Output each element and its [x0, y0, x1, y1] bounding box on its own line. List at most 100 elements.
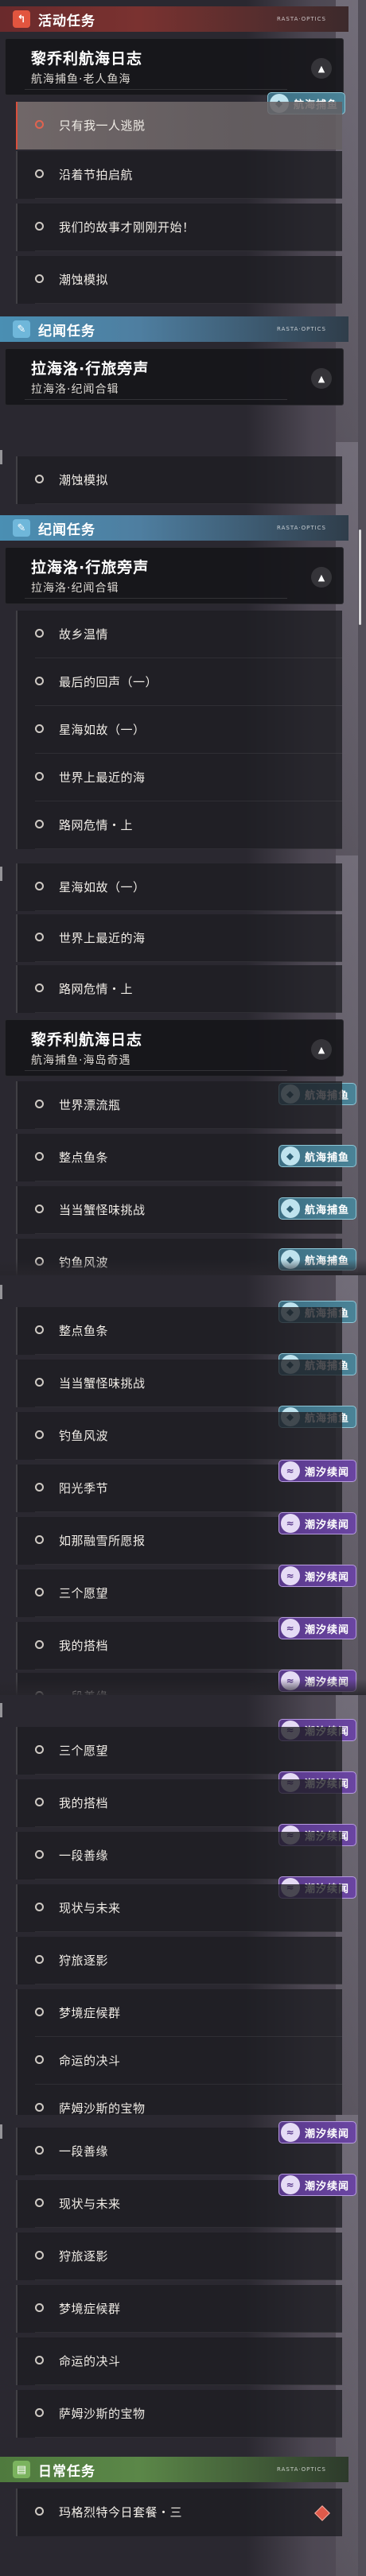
ring-icon: [35, 1640, 44, 1649]
quest-label: 我的搭档: [59, 1639, 109, 1653]
quest-row[interactable]: 星海如故（一）: [16, 706, 342, 754]
category-header-chronicle[interactable]: ✎ 纪闻任务 RASTA·OPTICS: [0, 316, 348, 342]
quest-row[interactable]: 世界上最近的海: [16, 914, 342, 962]
quest-row[interactable]: 故乡温情: [16, 611, 342, 658]
quest-row[interactable]: 三个愿望: [16, 1727, 342, 1775]
quest-row[interactable]: 路网危情・上: [16, 965, 342, 1013]
quest-row[interactable]: 世界上最近的海: [16, 754, 342, 801]
quest-row[interactable]: 命运的决斗: [16, 2337, 342, 2385]
ring-icon: [35, 1152, 44, 1161]
quest-label: 如那融雪所愿报: [59, 1534, 146, 1548]
quest-row[interactable]: 潮蚀模拟: [16, 256, 342, 304]
badge-label: 潮汐续闻: [304, 1466, 349, 1479]
badge-label: 潮汐续闻: [304, 1519, 349, 1531]
quest-label: 当当蟹怪味挑战: [59, 1203, 146, 1217]
quest-row[interactable]: 梦境症候群: [16, 2285, 342, 2333]
chevron-up-icon[interactable]: ▲: [311, 368, 332, 389]
ring-icon: [35, 677, 44, 685]
ring-icon: [35, 1850, 44, 1859]
ring-icon: [35, 724, 44, 733]
ring-icon: [35, 1483, 44, 1492]
book-icon: ▤: [13, 2461, 30, 2478]
ring-icon: [35, 1205, 44, 1213]
ring-icon: [35, 1588, 44, 1596]
fish-icon: ◆: [281, 1146, 300, 1166]
chapter-lahailuo[interactable]: 拉海洛·行旅旁声 拉海洛·纪闻合辑 ▲: [5, 547, 344, 604]
category-header-chronicle[interactable]: ✎ 纪闻任务 RASTA·OPTICS: [0, 515, 348, 541]
quest-label: 潮蚀模拟: [59, 473, 109, 487]
panel-fishing-quests: ◆航海捕鱼 整点鱼条 ◆航海捕鱼 当当蟹怪味挑战 ◆航海捕鱼 钓鱼风波 阳光季节…: [0, 1275, 366, 1695]
quest-label: 钓鱼风波: [59, 1429, 109, 1443]
quest-row-daily[interactable]: 玛格烈特今日套餐・三: [16, 2489, 342, 2536]
ring-icon: [35, 2303, 44, 2312]
badge-label: 潮汐续闻: [304, 2128, 349, 2140]
quest-row[interactable]: 世界漂流瓶: [16, 1081, 342, 1129]
quest-row[interactable]: 现状与未来: [16, 1884, 342, 1932]
quest-row[interactable]: 一段善缘: [16, 1832, 342, 1880]
header-deco-text: RASTA·OPTICS: [277, 16, 326, 22]
chapter-lechery-log[interactable]: 黎乔利航海日志 航海捕鱼·老人鱼海 ▲: [5, 38, 344, 95]
badge-fishing: ◆ 航海捕鱼: [278, 1145, 356, 1167]
quest-label: 我们的故事才刚刚开始！: [59, 220, 195, 235]
quest-row[interactable]: 萨姆沙斯的宝物: [16, 2085, 342, 2115]
quest-row[interactable]: 狩旅逐影: [16, 1937, 342, 1984]
category-header-daily[interactable]: ▤ 日常任务 RASTA·OPTICS: [0, 2457, 348, 2482]
quest-row[interactable]: 狩旅逐影: [16, 2233, 342, 2280]
quest-row[interactable]: 我们的故事才刚刚开始！: [16, 204, 342, 251]
quest-label: 星海如故（一）: [59, 723, 146, 737]
quest-row[interactable]: 我的搭档: [16, 1779, 342, 1827]
quest-label: 三个愿望: [59, 1586, 109, 1600]
quest-label: 整点鱼条: [59, 1150, 109, 1165]
chapter-subtitle: 航海捕鱼·海岛奇遇: [31, 1054, 131, 1067]
ring-icon: [35, 1100, 44, 1108]
quest-row[interactable]: 最后的回声（一）: [16, 658, 342, 706]
ring-icon: [35, 1535, 44, 1544]
category-title: 日常任务: [38, 2463, 95, 2480]
quest-label: 潮蚀模拟: [59, 273, 109, 287]
quest-label: 故乡温情: [59, 627, 109, 642]
chapter-subtitle: 拉海洛·纪闻合辑: [31, 383, 119, 396]
chevron-up-icon[interactable]: ▲: [311, 1039, 332, 1060]
chevron-up-icon[interactable]: ▲: [311, 58, 332, 79]
quest-label: 玛格烈特今日套餐・三: [59, 2505, 183, 2520]
quest-row[interactable]: 萨姆沙斯的宝物: [16, 2390, 342, 2438]
quest-row[interactable]: 钓鱼风波: [16, 1412, 342, 1460]
chapter-subtitle: 航海捕鱼·老人鱼海: [31, 73, 131, 86]
quest-label: 萨姆沙斯的宝物: [59, 2101, 146, 2115]
ring-icon: [35, 1378, 44, 1387]
ring-icon: [35, 933, 44, 941]
panel-tide-daily: 一段善缘 ≈ 潮汐续闻 现状与未来 ≈ 潮汐续闻 狩旅逐影 梦境症候群 命运的决斗 …: [0, 2115, 366, 2576]
chapter-title: 拉海洛·行旅旁声: [31, 360, 150, 378]
badge-tide: ≈ 潮汐续闻: [278, 2121, 356, 2143]
quest-row[interactable]: 整点鱼条: [16, 1307, 342, 1355]
ring-icon: [35, 820, 44, 828]
quest-row[interactable]: 沿着节拍启航: [16, 151, 342, 199]
quest-row[interactable]: 当当蟹怪味挑战: [16, 1360, 342, 1407]
quest-label: 一段善缘: [59, 2144, 109, 2159]
quest-label: 狩旅逐影: [59, 2249, 109, 2264]
ring-icon: [35, 1798, 44, 1806]
panel-chronicle-scrolled: 星海如故（一） 世界上最近的海 路网危情・上 黎乔利航海日志 航海捕鱼·海岛奇遇…: [0, 855, 366, 1275]
quest-row[interactable]: 路网危情・上: [16, 801, 342, 849]
quest-row[interactable]: 潮蚀模拟: [16, 456, 342, 504]
quest-label: 只有我一人逃脱: [59, 118, 146, 133]
quest-row-selected[interactable]: 只有我一人逃脱: [16, 102, 342, 149]
quest-row[interactable]: 梦境症候群: [16, 1989, 342, 2037]
chapter-lahailuo[interactable]: 拉海洛·行旅旁声 拉海洛·纪闻合辑 ▲: [5, 348, 344, 405]
chapter-title: 黎乔利航海日志: [31, 50, 143, 68]
chapter-title: 黎乔利航海日志: [31, 1031, 143, 1049]
header-deco-text: RASTA·OPTICS: [277, 525, 326, 531]
category-header-activity[interactable]: ↰ 活动任务 RASTA·OPTICS: [0, 6, 348, 32]
quest-row[interactable]: 星海如故（一）: [16, 863, 342, 911]
ring-icon: [35, 1745, 44, 1754]
ring-icon: [35, 2507, 44, 2516]
chevron-up-icon[interactable]: ▲: [311, 567, 332, 588]
chapter-lechery-log[interactable]: 黎乔利航海日志 航海捕鱼·海岛奇遇 ▲: [5, 1019, 344, 1077]
wave-icon: ≈: [281, 1461, 300, 1480]
header-deco-text: RASTA·OPTICS: [277, 2466, 326, 2473]
quest-label: 三个愿望: [59, 1744, 109, 1758]
quest-row[interactable]: 命运的决斗: [16, 2037, 342, 2085]
ring-icon: [35, 2146, 44, 2155]
wave-icon: ≈: [281, 2123, 300, 2142]
chapter-title: 拉海洛·行旅旁声: [31, 559, 150, 576]
